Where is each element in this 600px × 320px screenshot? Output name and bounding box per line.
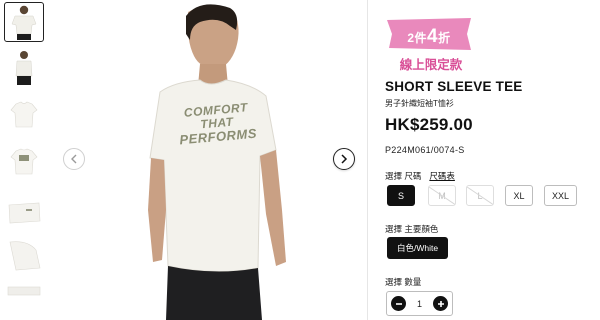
size-option-m[interactable]: M xyxy=(428,185,456,206)
promo-deal-prefix: 2件 xyxy=(407,31,428,45)
color-option-white[interactable]: 白色/White xyxy=(387,237,448,259)
size-option-xxl[interactable]: XXL xyxy=(544,185,577,206)
main-product-image[interactable]: COMFORT THAT PERFORMS xyxy=(50,0,365,320)
thumbnail-shirt-front[interactable] xyxy=(4,94,44,134)
promo-deal-suffix: 折 xyxy=(438,31,451,45)
online-only-label: 線上限定款 xyxy=(399,58,463,72)
thumbnail-image xyxy=(8,202,41,224)
product-sku: P224M061/0074-S xyxy=(385,145,465,155)
promo-badge: 2件4折 線上限定款 xyxy=(387,18,477,72)
quantity-input[interactable] xyxy=(409,298,430,309)
size-option-l[interactable]: L xyxy=(466,185,494,206)
thumbnail-shirt-closeup[interactable] xyxy=(4,280,44,320)
plus-icon xyxy=(437,300,444,307)
promo-deal-number: 4 xyxy=(427,26,439,47)
thumbnail-image xyxy=(15,51,33,85)
size-label: 選擇 尺碼 xyxy=(385,171,422,181)
thumbnail-rail xyxy=(0,0,48,320)
minus-icon xyxy=(395,302,402,305)
thumbnail-model-front[interactable] xyxy=(4,2,44,42)
quantity-increase-button[interactable] xyxy=(433,296,448,311)
thumbnail-image xyxy=(9,241,41,271)
size-section-label: 選擇 尺碼 尺碼表 xyxy=(385,170,455,182)
next-image-button[interactable] xyxy=(333,148,355,170)
chevron-right-icon xyxy=(341,154,348,164)
color-label: 選擇 主要顏色 xyxy=(385,224,439,234)
size-guide-link[interactable]: 尺碼表 xyxy=(429,171,455,181)
thumbnail-image xyxy=(7,286,41,296)
quantity-stepper xyxy=(386,291,453,316)
panel-divider xyxy=(367,0,368,320)
thumbnail-image xyxy=(11,5,37,40)
thumbnail-image xyxy=(10,148,38,175)
product-price: HK$259.00 xyxy=(385,115,473,134)
thumbnail-shirt-back[interactable] xyxy=(4,141,44,181)
quantity-label: 選擇 數量 xyxy=(385,277,422,287)
previous-image-button[interactable] xyxy=(63,148,85,170)
promo-deal: 2件4折 xyxy=(387,26,471,48)
model-photo xyxy=(148,4,286,320)
size-option-xl[interactable]: XL xyxy=(505,185,533,206)
thumbnail-model-side[interactable] xyxy=(4,47,44,87)
quantity-decrease-button[interactable] xyxy=(391,296,406,311)
thumbnail-image xyxy=(10,101,38,128)
product-subtitle: 男子針織短袖T恤衫 xyxy=(385,99,454,108)
thumbnail-shirt-folded[interactable] xyxy=(4,190,44,230)
size-option-s[interactable]: S xyxy=(387,185,415,206)
shirt-print: COMFORT THAT PERFORMS xyxy=(161,99,274,147)
thumbnail-shirt-detail[interactable] xyxy=(4,235,44,275)
product-title: SHORT SLEEVE TEE xyxy=(385,79,523,94)
chevron-left-icon xyxy=(71,154,77,164)
